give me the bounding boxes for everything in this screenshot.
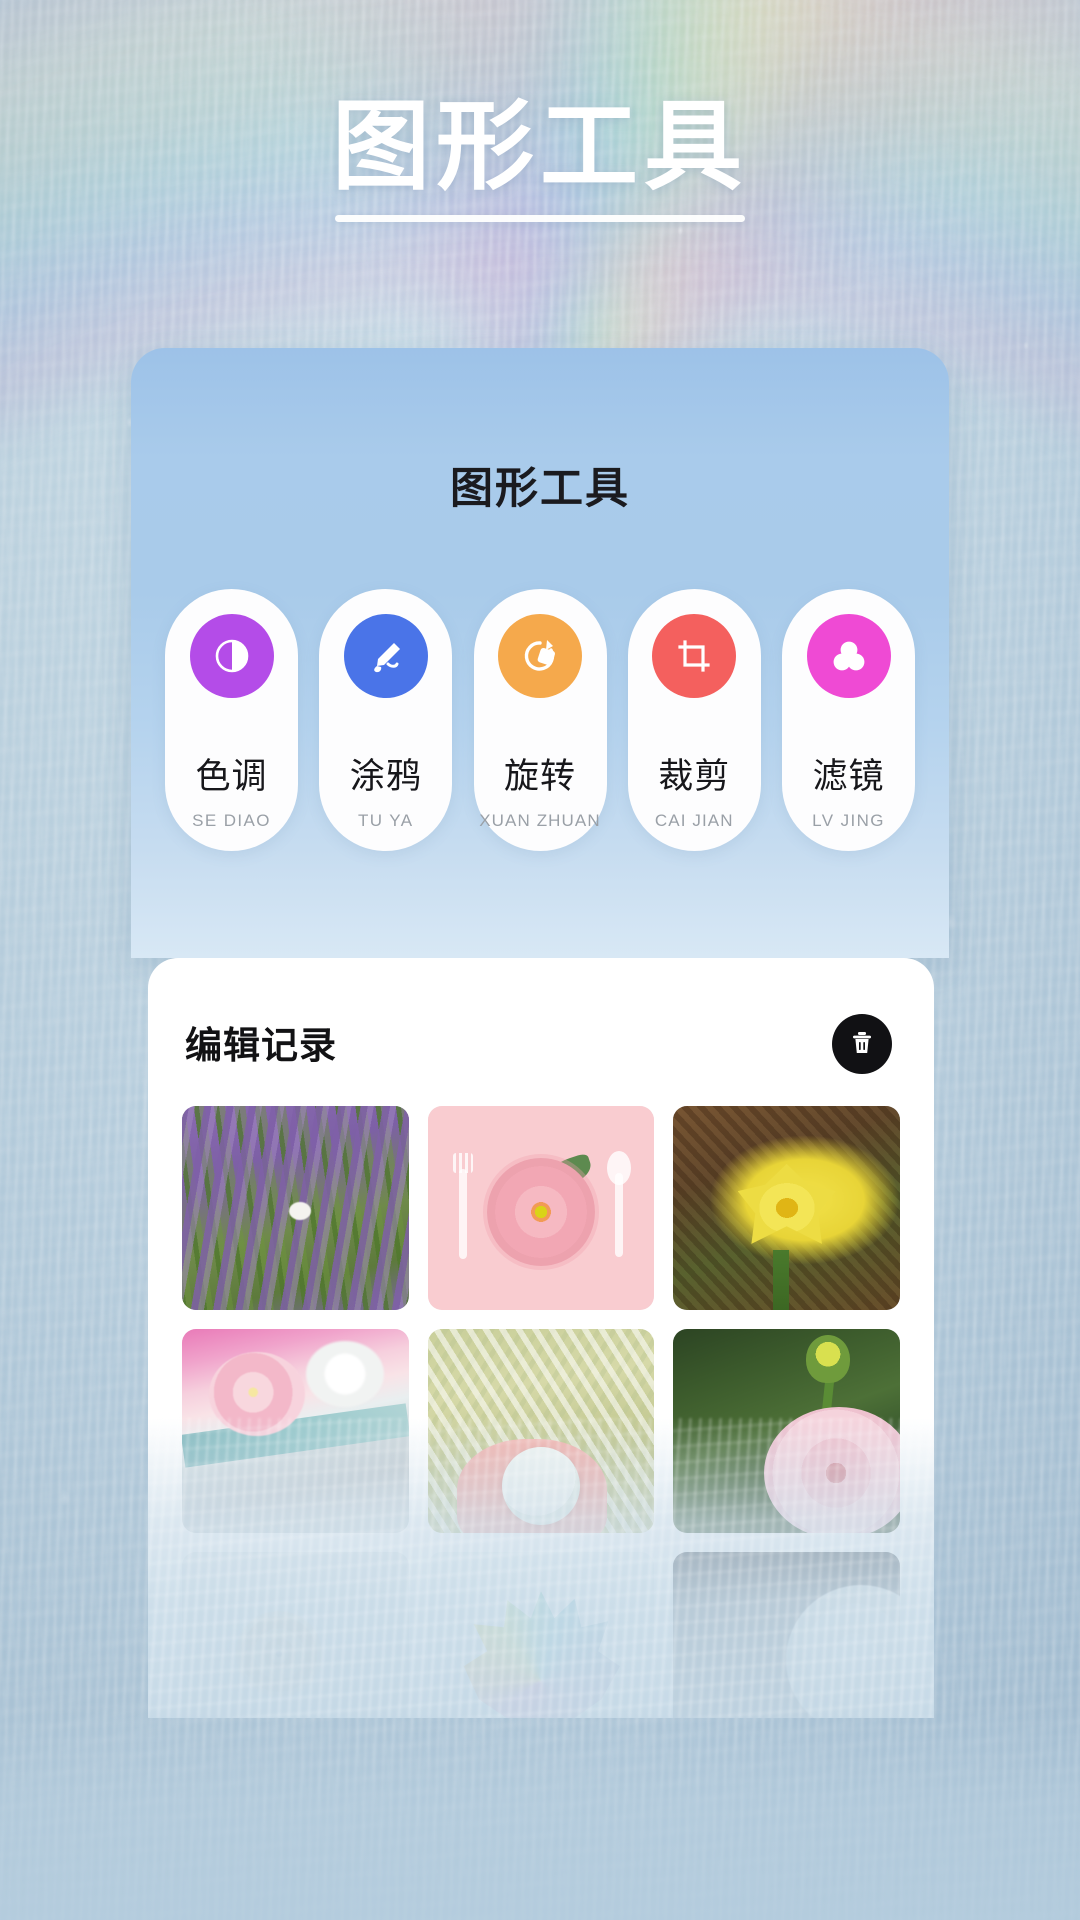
rotate-icon — [498, 614, 582, 698]
tool-pinyin: CAI JIAN — [654, 811, 734, 830]
tool-item-sediao[interactable]: 色调 SE DIAO — [165, 589, 298, 851]
filter-icon — [806, 614, 891, 698]
tool-item-caijian[interactable]: 裁剪 CAI JIAN — [627, 589, 761, 851]
tool-pinyin: TU YA — [358, 811, 414, 830]
tool-pinyin: LV JING — [812, 811, 885, 830]
tool-pinyin: SE DIAO — [192, 811, 271, 830]
tool-name: 涂鸦 — [349, 757, 422, 797]
tool-name: 裁剪 — [658, 757, 731, 797]
tool-item-xuanzhuan[interactable]: 旋转 XUAN ZHUAN — [473, 589, 607, 851]
tool-name: 滤镜 — [812, 757, 885, 797]
edit-history-panel: 编辑记录 — [148, 958, 934, 1718]
history-photo[interactable] — [673, 1329, 900, 1533]
tool-name: 旋转 — [503, 757, 576, 797]
brush-icon — [343, 614, 428, 698]
history-photo[interactable] — [673, 1552, 900, 1718]
history-photo[interactable] — [673, 1106, 900, 1310]
crop-icon — [652, 614, 737, 698]
title-underline — [335, 214, 745, 222]
history-photo[interactable] — [427, 1106, 655, 1310]
tool-name: 色调 — [195, 757, 268, 797]
tool-item-lvjing[interactable]: 滤镜 LV JING — [782, 589, 915, 851]
tool-item-tuya[interactable]: 涂鸦 TU YA — [319, 589, 453, 851]
history-photo[interactable] — [182, 1329, 409, 1533]
tool-card-title: 图形工具 — [450, 464, 630, 514]
clear-history-button[interactable] — [832, 1014, 892, 1074]
page-title: 图形工具 — [331, 90, 748, 204]
trash-icon — [847, 1028, 877, 1061]
tool-card: 图形工具 色调 SE DIAO 涂鸦 TU YA 旋转 XUAN ZHUAN 裁… — [131, 348, 949, 958]
history-photo-grid — [148, 1106, 934, 1718]
tool-pinyin: XUAN ZHUAN — [479, 811, 601, 830]
history-title: 编辑记录 — [185, 1024, 337, 1067]
history-photo[interactable] — [182, 1552, 409, 1718]
history-photo[interactable] — [182, 1106, 409, 1310]
page-header: 图形工具 — [0, 96, 1080, 222]
contrast-icon — [189, 614, 274, 698]
tool-list: 色调 SE DIAO 涂鸦 TU YA 旋转 XUAN ZHUAN 裁剪 CAI… — [131, 589, 949, 851]
history-panel-header: 编辑记录 — [148, 958, 934, 1074]
history-photo[interactable] — [427, 1329, 655, 1533]
history-photo[interactable] — [427, 1552, 655, 1718]
